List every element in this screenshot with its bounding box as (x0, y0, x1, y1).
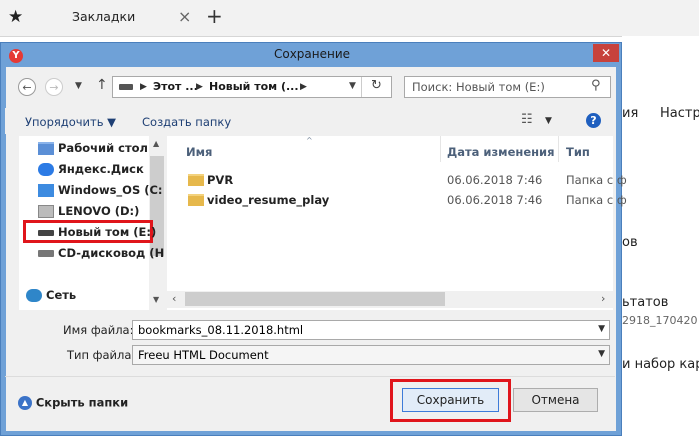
scroll-right-icon[interactable]: › (601, 292, 605, 305)
view-dropdown-icon[interactable]: ▼ (545, 116, 552, 126)
bg-text: 2918_170420 (622, 314, 698, 327)
breadcrumb-separator-icon: ▶ (140, 82, 147, 92)
column-header-date[interactable]: Дата изменения (447, 145, 555, 159)
file-date: 06.06.2018 7:46 (447, 193, 543, 207)
lenovo-drive-icon (38, 205, 54, 218)
browser-tab[interactable]: ★ Закладки × (0, 0, 200, 36)
horizontal-scroll-thumb[interactable] (185, 292, 445, 306)
save-button[interactable]: Сохранить (402, 388, 499, 412)
scroll-up-icon[interactable]: ▲ (153, 139, 159, 148)
nav-item-yandex-disk[interactable]: Яндекс.Диск (38, 162, 144, 183)
sort-ascending-icon: ^ (306, 136, 313, 145)
filename-label: Имя файла: (63, 323, 134, 337)
refresh-icon[interactable]: ↻ (371, 78, 382, 93)
chevron-up-icon: ▲ (18, 395, 32, 410)
hide-folders-toggle[interactable]: ▲ Скрыть папки (18, 395, 128, 411)
breadcrumb-item[interactable]: Новый том (... (209, 80, 299, 93)
folder-icon (188, 174, 204, 186)
filetype-label: Тип файла: (67, 348, 136, 362)
divider (5, 376, 615, 377)
file-name: PVR (207, 173, 234, 187)
up-arrow-icon[interactable]: ↑ (96, 77, 108, 93)
breadcrumb-item[interactable]: Этот ... (153, 80, 198, 93)
nav-item-label: Сеть (46, 288, 77, 302)
yandex-disk-icon (38, 163, 54, 176)
cd-drive-icon (38, 250, 54, 257)
address-bar[interactable]: ▶ Этот ... ▶ Новый том (... ▶ ▼ ↻ (112, 76, 392, 98)
file-list (167, 136, 613, 310)
table-row[interactable]: PVR 06.06.2018 7:46 Папка с ф (168, 171, 627, 190)
address-dropdown-icon[interactable]: ▼ (349, 81, 356, 91)
nav-item-label: Новый том (E:) (58, 225, 157, 239)
breadcrumb-separator-icon: ▶ (196, 82, 203, 92)
filename-input[interactable]: bookmarks_08.11.2018.html ▼ (132, 320, 610, 340)
nav-item-new-volume[interactable]: Новый том (E:) (38, 225, 156, 246)
bg-text: и набор кар (622, 357, 699, 372)
recent-locations-icon[interactable]: ▼ (75, 81, 82, 91)
new-tab-icon[interactable]: + (206, 4, 223, 28)
forward-arrow-icon[interactable]: → (45, 78, 63, 96)
dialog-toolbar: Упорядочить ▼ Создать папку ☷ ▼ ? (5, 108, 615, 134)
file-type: Папка с ф (566, 193, 627, 207)
scroll-left-icon[interactable]: ‹ (172, 292, 176, 305)
bg-text: Настро (660, 106, 699, 121)
nav-item-windows-drive[interactable]: Windows_OS (C: (38, 183, 163, 204)
column-header-type[interactable]: Тип (566, 145, 590, 159)
nav-item-cd-drive[interactable]: CD-дисковод (H (38, 246, 164, 267)
drive-icon (119, 84, 133, 90)
search-placeholder: Поиск: Новый том (E:) (412, 80, 545, 94)
file-name: video_resume_play (207, 193, 330, 207)
dialog-title: Сохранение (273, 47, 351, 61)
nav-item-desktop[interactable]: Рабочий стол (38, 141, 148, 162)
column-header-name[interactable]: Имя (186, 145, 212, 159)
nav-item-label: Рабочий стол (58, 141, 148, 155)
file-date: 06.06.2018 7:46 (447, 173, 543, 187)
search-icon[interactable]: ⚲ (591, 78, 601, 93)
filename-value: bookmarks_08.11.2018.html (138, 323, 304, 337)
nav-item-label: Яндекс.Диск (58, 162, 144, 176)
breadcrumb-separator-icon: ▶ (300, 82, 307, 92)
back-arrow-icon[interactable]: ← (18, 78, 36, 96)
scroll-down-icon[interactable]: ▼ (153, 295, 159, 304)
star-icon: ★ (8, 7, 24, 27)
close-tab-icon[interactable]: × (178, 7, 191, 26)
organize-button[interactable]: Упорядочить ▼ (25, 115, 116, 129)
file-type: Папка с ф (566, 173, 627, 187)
folder-icon (188, 194, 204, 206)
windows-drive-icon (38, 184, 54, 197)
tab-title: Закладки (72, 9, 136, 24)
chevron-down-icon[interactable]: ▼ (598, 349, 605, 359)
background-page: ия Настро ов ьтатов 2918_170420 и набор … (622, 36, 699, 439)
bg-text: ия (622, 106, 639, 121)
hide-folders-label: Скрыть папки (35, 395, 129, 410)
cancel-button[interactable]: Отмена (513, 388, 598, 412)
filetype-value: Freeu HTML Document (138, 348, 269, 362)
desktop-folder-icon (38, 142, 54, 155)
nav-item-label: CD-дисковод (H (58, 246, 165, 260)
new-folder-button[interactable]: Создать папку (142, 115, 231, 129)
filetype-select[interactable]: Freeu HTML Document ▼ (132, 345, 610, 365)
drive-icon (38, 229, 54, 236)
divider (361, 77, 362, 97)
chevron-down-icon[interactable]: ▼ (598, 324, 605, 334)
help-icon[interactable]: ? (586, 113, 601, 128)
close-button[interactable]: ✕ (593, 44, 619, 62)
view-options-icon[interactable]: ☷ (521, 112, 533, 127)
bg-text: ов (622, 235, 638, 250)
network-icon (26, 289, 42, 302)
nav-item-network[interactable]: Сеть (26, 288, 76, 309)
table-row[interactable]: video_resume_play 06.06.2018 7:46 Папка … (168, 191, 627, 210)
bg-text: ьтатов (622, 295, 669, 310)
nav-item-label: LENOVO (D:) (58, 204, 140, 218)
nav-item-label: Windows_OS (C: (58, 183, 163, 197)
column-separator[interactable] (558, 136, 559, 162)
search-input[interactable]: Поиск: Новый том (E:) ⚲ (404, 76, 611, 98)
column-separator[interactable] (440, 136, 441, 162)
